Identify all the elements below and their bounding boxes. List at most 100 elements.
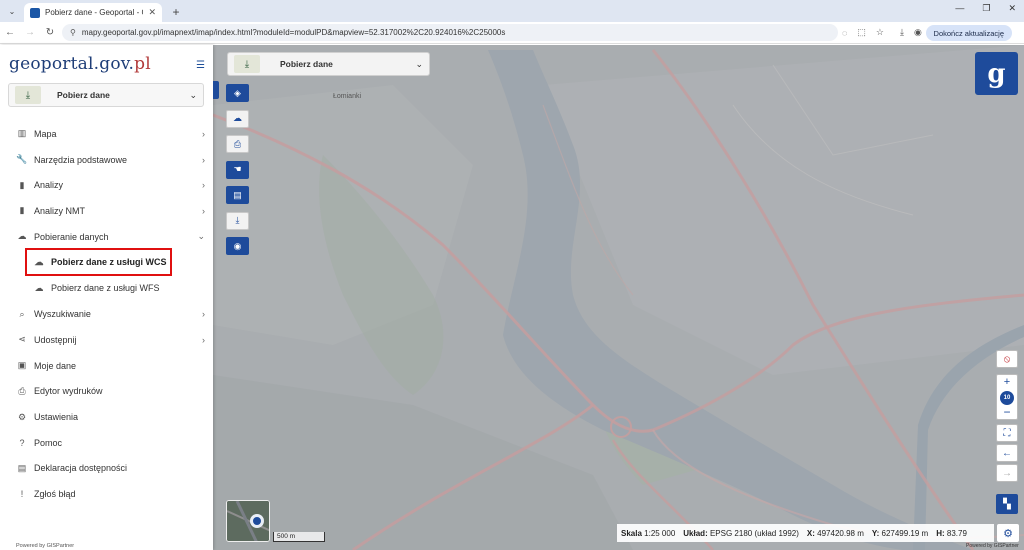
scale-bar: 500 m [273,532,325,542]
star-icon[interactable]: ☆ [876,27,884,38]
camera-icon[interactable]: ◉ [226,237,249,255]
bar-chart-icon: ▮ [19,205,25,216]
browser-tab[interactable]: Pobierz dane - Geoportal - GUGiK ✕ [24,3,162,22]
sidebar-item-pomoc[interactable]: ? Pomoc [0,430,213,456]
address-bar[interactable]: ⚲ mapy.geoportal.gov.pl/imapnext/imap/in… [62,24,838,41]
powered-by: Powered by GISPartner [16,543,75,549]
download-module-icon: ⤓ [234,55,260,73]
window-controls: — ❐ ✕ [955,3,1016,14]
map-toolbar: ◈ ☁ ⎙ ☚ ▤ ⤓ ◉ [226,84,250,263]
y-value: 627499.19 m [881,528,929,538]
favicon-icon [30,7,40,18]
sidebar-item-edytor-wydrukow[interactable]: ⎙ Edytor wydruków [0,379,213,405]
sidebar-item-analizy[interactable]: ▮ Analizy › [0,172,213,198]
close-window-icon[interactable]: ✕ [1008,3,1016,14]
sidebar-item-label: Pobieranie danych [34,231,109,242]
sidebar-item-label: Narzędzia podstawowe [34,154,128,165]
close-tab-icon[interactable]: ✕ [148,7,156,18]
chevron-down-icon: ⌄ [197,231,205,242]
bar-chart-icon: ▮ [19,179,25,190]
cloud-icon[interactable]: ☁ [226,109,249,128]
search-icon: ⌕ [19,308,25,319]
sidebar-toggle-handle[interactable] [213,81,219,99]
translate-icon[interactable]: ⬚ [857,27,866,38]
restore-icon[interactable]: ❐ [982,3,990,14]
map-powered-by: Powered by GISPartner [966,543,1019,549]
zoom-out-button[interactable]: − [997,405,1017,419]
menu-icon[interactable]: ⋮ [1020,27,1024,38]
sidebar-item-label: Moje dane [34,360,77,371]
print-icon[interactable]: ⎙ [226,135,249,153]
collapse-sidebar-icon[interactable]: ☰ [196,60,205,71]
tab-search-button[interactable]: ⌄ [4,3,20,19]
hand-pointer-icon[interactable]: ☚ [226,160,249,179]
layers-icon[interactable]: ◈ [226,84,249,102]
x-value: 497420.98 m [817,528,864,538]
address-bar-icons: ◌ ⬚ ☆ ⤓ ◉ [842,27,922,38]
sidebar-item-analizy-nmt[interactable]: ▮ Analizy NMT › [0,198,213,224]
chevron-right-icon: › [202,205,205,216]
coordinate-status-bar: Skala 1:25 000 Układ: EPSG 2180 (układ 1… [617,524,994,542]
url-text: mapy.geoportal.gov.pl/imapnext/imap/inde… [81,28,506,37]
highlight-box [25,248,172,276]
download-icon[interactable]: ⤓ [900,27,904,38]
chevron-right-icon: › [202,154,205,165]
sidebar-item-pobieranie-danych[interactable]: ☁ Pobieranie danych ⌄ [0,224,213,250]
sidebar-item-ustawienia[interactable]: ⚙ Ustawienia [0,404,213,430]
eye-off-icon[interactable]: ◌ [842,28,847,38]
basemap-minimap[interactable] [226,500,270,542]
clipboard-icon[interactable]: ▤ [226,186,249,204]
h-label: H: [936,528,945,538]
crs-value[interactable]: EPSG 2180 (układ 1992) [710,529,799,538]
back-icon[interactable]: ← [0,27,20,38]
geoportal-badge[interactable]: g [975,52,1018,95]
sidebar-item-wyszukiwanie[interactable]: ⌕ Wyszukiwanie › [0,301,213,327]
sidebar-item-label: Wyszukiwanie [34,309,91,320]
h-value: 83.79 [946,528,967,538]
printer-icon: ⎙ [18,385,26,396]
sidebar-item-label: Zgłoś błąd [34,489,76,500]
download-icon[interactable]: ⤓ [226,211,249,230]
update-button[interactable]: Dokończ aktualizację [925,25,1012,41]
sidebar-item-label: Pobierz dane z usługi WFS [51,283,160,294]
settings-gear-icon[interactable]: ⚙ [997,524,1019,542]
new-tab-button[interactable]: + [168,4,184,20]
sidebar: geoportal.gov.pl ☰ ⤓ Pobierz dane ⌄ ▥ Map… [0,45,213,550]
sidebar-item-mapa[interactable]: ▥ Mapa › [0,121,213,147]
profile-icon[interactable]: ◉ [914,27,922,38]
id-card-icon: ▤ [17,462,27,473]
sidebar-item-deklaracja-dostepnosci[interactable]: ▤ Deklaracja dostępności [0,456,213,482]
sidebar-item-narzedzia-podstawowe[interactable]: 🔧 Narzędzia podstawowe › [0,147,213,173]
browser-tab-bar: ⌄ Pobierz dane - Geoportal - GUGiK ✕ + —… [0,0,1024,22]
map-canvas[interactable]: Łomianki [213,45,1024,550]
basemap-switch-icon[interactable]: ▚ [996,494,1018,514]
sidebar-item-zglos-blad[interactable]: ! Zgłoś błąd [0,481,213,507]
sidebar-item-label: Pomoc [34,437,63,448]
previous-view-icon[interactable]: ← [996,444,1018,462]
fullscreen-icon[interactable]: ⛶ [996,424,1018,442]
map-module-select[interactable]: ⤓ Pobierz dane ⌄ [227,52,430,76]
sidebar-item-pobierz-dane-z-uslugi-wfs[interactable]: ☁ Pobierz dane z usługi WFS [0,275,213,301]
sidebar-item-moje-dane[interactable]: ▣ Moje dane [0,353,213,379]
next-view-icon[interactable]: → [996,464,1018,482]
disable-tools-icon[interactable]: ⦸ [996,350,1018,368]
geoportal-logo[interactable]: geoportal.gov.pl [9,54,151,74]
sidebar-item-label: Ustawienia [34,412,79,423]
sidebar-item-label: Udostępnij [34,334,77,345]
minimize-icon[interactable]: — [955,3,964,14]
sidebar-item-label: Mapa [34,128,57,139]
zoom-in-button[interactable]: + [997,376,1017,388]
share-icon: ⋖ [18,334,26,345]
sidebar-item-udostepnij[interactable]: ⋖ Udostępnij › [0,327,213,353]
reload-icon[interactable]: ↻ [40,27,60,38]
zoom-control: + 10 − [996,374,1018,420]
help-icon: ? [19,437,25,448]
y-label: Y: [871,528,880,538]
crs-label: Układ: [683,528,708,538]
sidebar-item-label: Analizy NMT [34,205,86,216]
forward-icon[interactable]: → [20,27,40,38]
map-place-label: Łomianki [333,93,362,100]
module-select[interactable]: ⤓ Pobierz dane ⌄ [8,83,204,107]
site-info-icon[interactable]: ⚲ [70,28,76,37]
wrench-icon: 🔧 [16,154,28,165]
